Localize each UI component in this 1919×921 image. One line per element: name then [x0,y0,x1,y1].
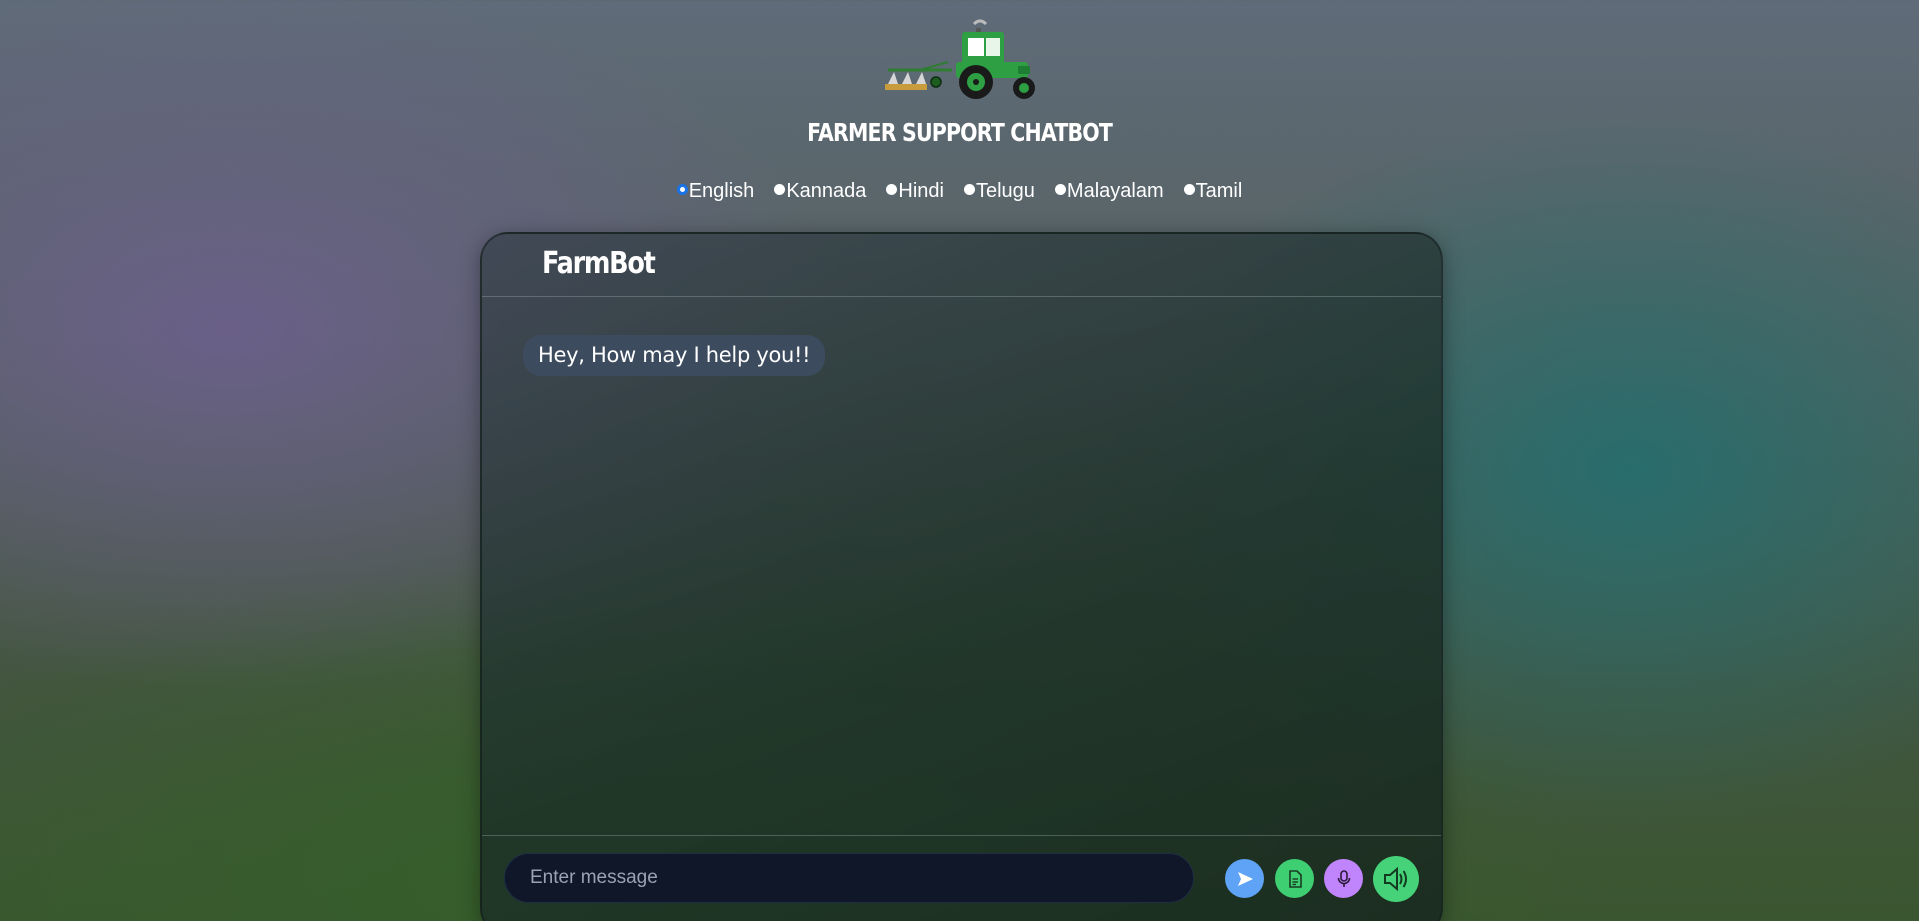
microphone-button[interactable] [1324,859,1363,898]
language-option-telugu[interactable]: Telugu [963,180,1035,203]
radio-checked-icon[interactable] [676,184,688,195]
language-option-english[interactable]: English [676,180,755,203]
chat-window: FarmBot Hey, How may I help you!! [480,232,1443,921]
bot-name: FarmBot [542,246,656,281]
language-label: Malayalam [1066,180,1164,202]
document-button[interactable] [1275,859,1314,898]
radio-unchecked-icon[interactable] [963,184,975,195]
language-label: Hindi [898,180,944,202]
send-icon [1237,871,1253,886]
language-option-malayalam[interactable]: Malayalam [1054,180,1164,203]
language-label: Kannada [786,180,867,202]
speaker-icon [1384,866,1407,892]
chat-header: FarmBot [482,234,1441,297]
language-option-hindi[interactable]: Hindi [886,180,944,203]
message-input[interactable] [504,853,1194,903]
radio-unchecked-icon[interactable] [1183,184,1195,195]
language-label: Telugu [975,180,1035,202]
page-title: FARMER SUPPORT CHATBOT [807,118,1113,147]
language-selector: English Kannada Hindi Telugu Malayalam T… [0,180,1919,203]
message-composer [482,835,1441,921]
language-label: English [688,180,755,202]
message-list[interactable]: Hey, How may I help you!! [482,297,1441,837]
bot-message: Hey, How may I help you!! [523,335,826,376]
radio-unchecked-icon[interactable] [886,184,898,195]
send-button[interactable] [1225,859,1264,898]
language-label: Tamil [1195,180,1243,202]
microphone-icon [1337,869,1350,887]
speaker-button[interactable] [1373,856,1419,902]
radio-unchecked-icon[interactable] [1054,184,1066,195]
radio-unchecked-icon[interactable] [774,184,786,195]
language-option-tamil[interactable]: Tamil [1183,180,1243,203]
document-icon [1288,869,1302,888]
tractor-logo-icon [880,12,1040,107]
language-option-kannada[interactable]: Kannada [774,180,866,203]
